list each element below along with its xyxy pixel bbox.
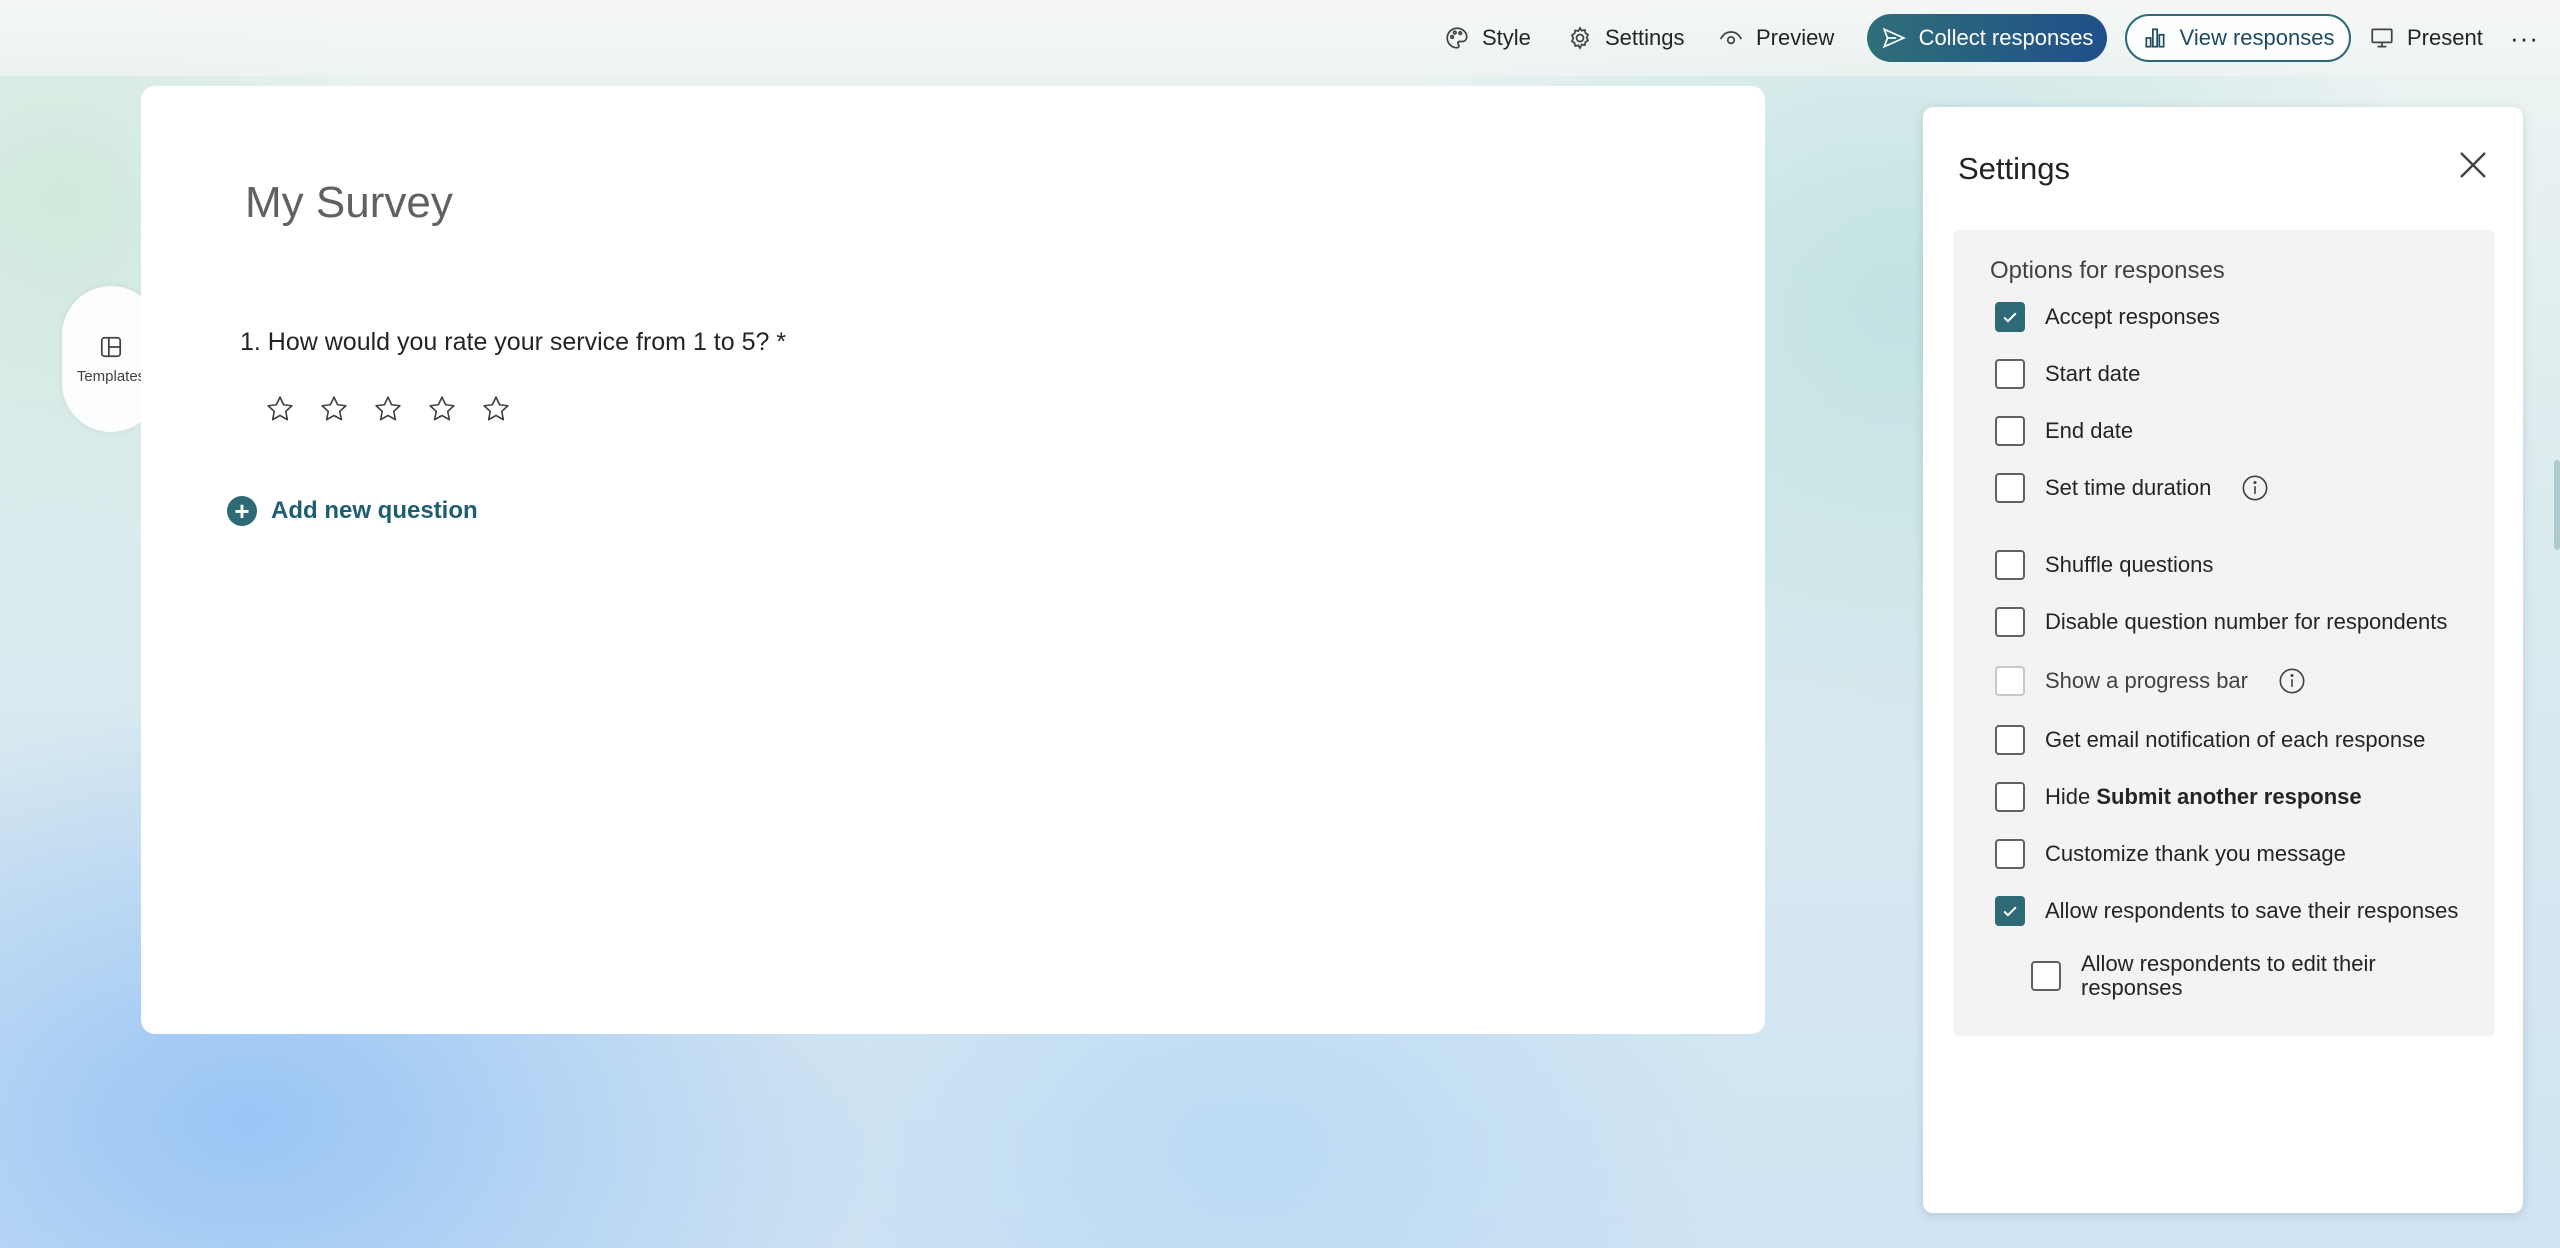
option-row[interactable]: Start date [1995, 359, 2140, 389]
question-1-text[interactable]: 1. How would you rate your service from … [240, 328, 786, 357]
bar-chart-icon [2145, 28, 2165, 48]
star-icon[interactable] [265, 394, 295, 424]
style-button[interactable]: Style [1444, 14, 1531, 62]
star-icon[interactable] [481, 394, 511, 424]
form-canvas: My Survey 1. How would you rate your ser… [141, 86, 1765, 1034]
settings-label: Settings [1605, 25, 1685, 50]
option-row[interactable]: Shuffle questions [1995, 550, 2213, 580]
option-label: Get email notification of each response [2045, 727, 2426, 752]
templates-label: Templates [76, 367, 146, 385]
preview-button[interactable]: Preview [1718, 14, 1834, 62]
more-icon: ··· [2510, 22, 2539, 53]
settings-panel-title: Settings [1958, 151, 2071, 186]
option-label: Allow respondents to save their response… [2045, 898, 2459, 923]
eye-icon [1719, 31, 1743, 45]
rating-stars[interactable] [265, 394, 511, 424]
option-checkbox[interactable] [1995, 896, 2025, 926]
survey-title[interactable]: My Survey [245, 178, 453, 228]
close-settings-button[interactable] [2455, 147, 2491, 183]
view-responses-label: View responses [2179, 25, 2335, 50]
option-label: End date [2045, 418, 2134, 443]
close-icon [2460, 152, 2486, 178]
add-new-question-label: Add new question [271, 497, 478, 524]
option-checkbox[interactable] [2031, 961, 2061, 991]
present-button[interactable]: Present [2369, 14, 2483, 62]
info-icon[interactable] [2241, 474, 2269, 502]
option-checkbox[interactable] [1995, 473, 2025, 503]
option-row[interactable]: Allow respondents to edit their response… [2031, 952, 2401, 1000]
option-label: Start date [2045, 361, 2141, 386]
add-new-question-button[interactable]: + Add new question [227, 496, 478, 526]
option-checkbox[interactable] [1995, 725, 2025, 755]
option-checkbox[interactable] [1995, 302, 2025, 332]
more-options-button[interactable]: ··· [2510, 14, 2539, 62]
option-label-bold: Submit another response [2096, 784, 2362, 809]
star-icon[interactable] [319, 394, 349, 424]
style-label: Style [1482, 25, 1531, 50]
collect-responses-label: Collect responses [1918, 25, 2094, 50]
option-label: Set time duration [2045, 475, 2212, 500]
preview-label: Preview [1756, 25, 1835, 50]
info-icon[interactable] [2278, 667, 2306, 695]
palette-icon [1446, 27, 1468, 49]
star-icon[interactable] [427, 394, 457, 424]
option-checkbox[interactable] [1995, 839, 2025, 869]
option-label: Allow respondents to edit their response… [2081, 951, 2376, 1000]
option-checkbox[interactable] [1995, 550, 2025, 580]
option-checkbox [1995, 666, 2025, 696]
option-row[interactable]: Accept responses [1995, 302, 2220, 332]
monitor-icon [2371, 28, 2393, 48]
option-label: Accept responses [2045, 304, 2220, 329]
option-row[interactable]: Hide Submit another response [1995, 782, 2362, 812]
options-section-title: Options for responses [1990, 257, 2225, 284]
gear-icon [1570, 26, 1590, 50]
view-responses-button[interactable]: View responses [2125, 14, 2351, 62]
option-checkbox[interactable] [1995, 607, 2025, 637]
option-label: Show a progress bar [2045, 668, 2248, 693]
settings-button[interactable]: Settings [1567, 14, 1685, 62]
present-label: Present [2407, 25, 2483, 50]
settings-panel: Settings Options for responses Accept re… [1923, 107, 2523, 1213]
option-row[interactable]: Get email notification of each response [1995, 725, 2425, 755]
option-checkbox[interactable] [1995, 359, 2025, 389]
option-row[interactable]: Allow respondents to save their response… [1995, 896, 2458, 926]
top-toolbar: Style Settings Preview Collect responses… [0, 0, 2560, 76]
template-layout-icon [100, 336, 122, 357]
plus-circle-icon: + [227, 496, 257, 526]
option-row[interactable]: End date [1995, 416, 2133, 446]
option-label: Customize thank you message [2045, 841, 2346, 866]
option-row[interactable]: Disable question number for respondents [1995, 607, 2447, 637]
option-row: Show a progress bar [1995, 666, 2306, 696]
option-checkbox[interactable] [1995, 782, 2025, 812]
collect-responses-button[interactable]: Collect responses [1867, 14, 2107, 62]
option-checkbox[interactable] [1995, 416, 2025, 446]
option-label-prefix: Hide [2045, 784, 2097, 809]
option-label: Shuffle questions [2045, 552, 2214, 577]
option-label: Hide Submit another response [2045, 784, 2362, 810]
option-row[interactable]: Customize thank you message [1995, 839, 2346, 869]
send-icon [1882, 27, 1906, 49]
star-icon[interactable] [373, 394, 403, 424]
response-options-section: Options for responses Accept responses St… [1953, 230, 2495, 1036]
option-label: Disable question number for respondents [2045, 609, 2448, 634]
scroll-handle[interactable] [2554, 460, 2560, 550]
option-row[interactable]: Set time duration [1995, 473, 2269, 503]
